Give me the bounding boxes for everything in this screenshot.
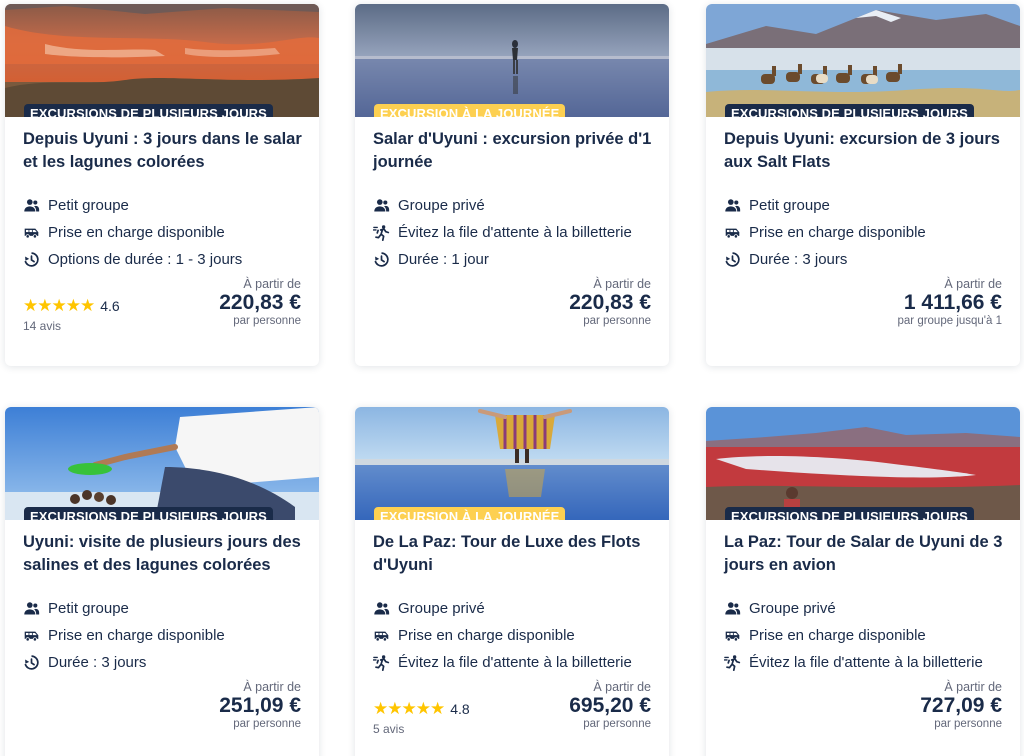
- feature-item: Prise en charge disponible: [373, 622, 632, 649]
- price-from-label: À partir de: [593, 277, 651, 291]
- price-amount: 220,83 €: [219, 291, 301, 314]
- category-badge: Excursion à la journée: [374, 104, 566, 117]
- price-from-label: À partir de: [944, 277, 1002, 291]
- shuttle-icon: [724, 627, 741, 644]
- feature-list: Groupe privé Prise en charge disponible …: [724, 595, 983, 676]
- feature-item: Prise en charge disponible: [724, 219, 926, 246]
- activity-card[interactable]: Excursions de plusieurs jours Uyuni: vis…: [5, 407, 319, 756]
- skip-line-icon: [373, 654, 390, 671]
- card-title[interactable]: Salar d'Uyuni : excursion privée d'1 jou…: [373, 128, 655, 173]
- card-photo-salt-flat-reflection: Excursion à la journée: [355, 4, 669, 117]
- price-block: À partir de 727,09 € par personne: [920, 680, 1002, 730]
- price-unit: par groupe jusqu'à 1: [897, 315, 1003, 327]
- feature-item: Prise en charge disponible: [724, 622, 983, 649]
- card-title[interactable]: Uyuni: visite de plusieurs jours des sal…: [23, 531, 305, 576]
- feature-item: Durée : 3 jours: [23, 649, 225, 676]
- price-from-label: À partir de: [243, 680, 301, 694]
- price-from-label: À partir de: [593, 680, 651, 694]
- feature-list: Petit groupe Prise en charge disponible …: [23, 192, 242, 273]
- price-amount: 251,09 €: [219, 694, 301, 717]
- star-rating-icon: ★★★★★: [23, 296, 95, 315]
- price-amount: 220,83 €: [569, 291, 651, 314]
- price-block: À partir de 695,20 € par personne: [569, 680, 651, 730]
- feature-list: Petit groupe Prise en charge disponible …: [724, 192, 926, 273]
- clock-icon: [724, 251, 741, 268]
- feature-item: Options de durée : 1 - 3 jours: [23, 246, 242, 273]
- card-photo-llamas-lagoon: Excursions de plusieurs jours: [706, 4, 1020, 117]
- skip-line-icon: [373, 224, 390, 241]
- category-badge: Excursions de plusieurs jours: [725, 104, 974, 117]
- card-title[interactable]: La Paz: Tour de Salar de Uyuni de 3 jour…: [724, 531, 1006, 576]
- activity-card[interactable]: Excursion à la journée De La Paz: Tour d…: [355, 407, 669, 756]
- review-count: 5 avis: [373, 722, 405, 736]
- shuttle-icon: [724, 224, 741, 241]
- group-icon: [23, 600, 40, 617]
- card-title[interactable]: Depuis Uyuni : 3 jours dans le salar et …: [23, 128, 305, 173]
- activity-card[interactable]: Excursions de plusieurs jours Depuis Uyu…: [5, 4, 319, 366]
- price-amount: 727,09 €: [920, 694, 1002, 717]
- feature-item: Petit groupe: [23, 595, 225, 622]
- card-photo-perspective-photo: Excursions de plusieurs jours: [5, 407, 319, 520]
- category-badge: Excursions de plusieurs jours: [725, 507, 974, 520]
- feature-item: Durée : 1 jour: [373, 246, 632, 273]
- rating: ★★★★★ 4.6 14 avis: [23, 296, 120, 333]
- activity-card[interactable]: Excursions de plusieurs jours Depuis Uyu…: [706, 4, 1020, 366]
- price-unit: par personne: [583, 315, 651, 327]
- clock-icon: [23, 251, 40, 268]
- category-badge: Excursions de plusieurs jours: [24, 507, 273, 520]
- card-title[interactable]: De La Paz: Tour de Luxe des Flots d'Uyun…: [373, 531, 655, 576]
- price-unit: par personne: [583, 718, 651, 730]
- feature-item: Groupe privé: [373, 595, 632, 622]
- rating-value: 4.8: [450, 701, 470, 717]
- category-badge: Excursions de plusieurs jours: [24, 104, 273, 117]
- feature-item: Durée : 3 jours: [724, 246, 926, 273]
- shuttle-icon: [23, 627, 40, 644]
- card-photo-red-lagoon: Excursions de plusieurs jours: [706, 407, 1020, 520]
- review-count: 14 avis: [23, 319, 62, 333]
- rating: ★★★★★ 4.8 5 avis: [373, 699, 470, 736]
- group-icon: [23, 197, 40, 214]
- shuttle-icon: [373, 627, 390, 644]
- group-icon: [373, 600, 390, 617]
- skip-line-icon: [724, 654, 741, 671]
- feature-item: Évitez la file d'attente à la billetteri…: [373, 649, 632, 676]
- feature-item: Groupe privé: [724, 595, 983, 622]
- price-unit: par personne: [233, 718, 301, 730]
- shuttle-icon: [23, 224, 40, 241]
- activity-card[interactable]: Excursions de plusieurs jours La Paz: To…: [706, 407, 1020, 756]
- star-rating-icon: ★★★★★: [373, 699, 445, 718]
- price-unit: par personne: [233, 315, 301, 327]
- feature-item: Groupe privé: [373, 192, 632, 219]
- group-icon: [373, 197, 390, 214]
- card-photo-poncho-reflection: Excursion à la journée: [355, 407, 669, 520]
- clock-icon: [23, 654, 40, 671]
- price-block: À partir de 220,83 € par personne: [569, 277, 651, 327]
- card-title[interactable]: Depuis Uyuni: excursion de 3 jours aux S…: [724, 128, 1006, 173]
- feature-item: Évitez la file d'attente à la billetteri…: [724, 649, 983, 676]
- category-badge: Excursion à la journée: [374, 507, 566, 520]
- group-icon: [724, 197, 741, 214]
- feature-item: Évitez la file d'attente à la billetteri…: [373, 219, 632, 246]
- price-block: À partir de 251,09 € par personne: [219, 680, 301, 730]
- price-block: À partir de 1 411,66 € par groupe jusqu'…: [898, 277, 1003, 327]
- price-from-label: À partir de: [944, 680, 1002, 694]
- price-amount: 695,20 €: [569, 694, 651, 717]
- feature-item: Prise en charge disponible: [23, 219, 242, 246]
- feature-list: Groupe privé Prise en charge disponible …: [373, 595, 632, 676]
- rating-value: 4.6: [100, 298, 120, 314]
- feature-item: Prise en charge disponible: [23, 622, 225, 649]
- feature-item: Petit groupe: [23, 192, 242, 219]
- card-photo-salar-lagoon: Excursions de plusieurs jours: [5, 4, 319, 117]
- price-from-label: À partir de: [243, 277, 301, 291]
- feature-item: Petit groupe: [724, 192, 926, 219]
- clock-icon: [373, 251, 390, 268]
- feature-list: Groupe privé Évitez la file d'attente à …: [373, 192, 632, 273]
- price-unit: par personne: [934, 718, 1002, 730]
- group-icon: [724, 600, 741, 617]
- activity-card[interactable]: Excursion à la journée Salar d'Uyuni : e…: [355, 4, 669, 366]
- feature-list: Petit groupe Prise en charge disponible …: [23, 595, 225, 676]
- price-amount: 1 411,66 €: [903, 291, 1002, 314]
- price-block: À partir de 220,83 € par personne: [219, 277, 301, 327]
